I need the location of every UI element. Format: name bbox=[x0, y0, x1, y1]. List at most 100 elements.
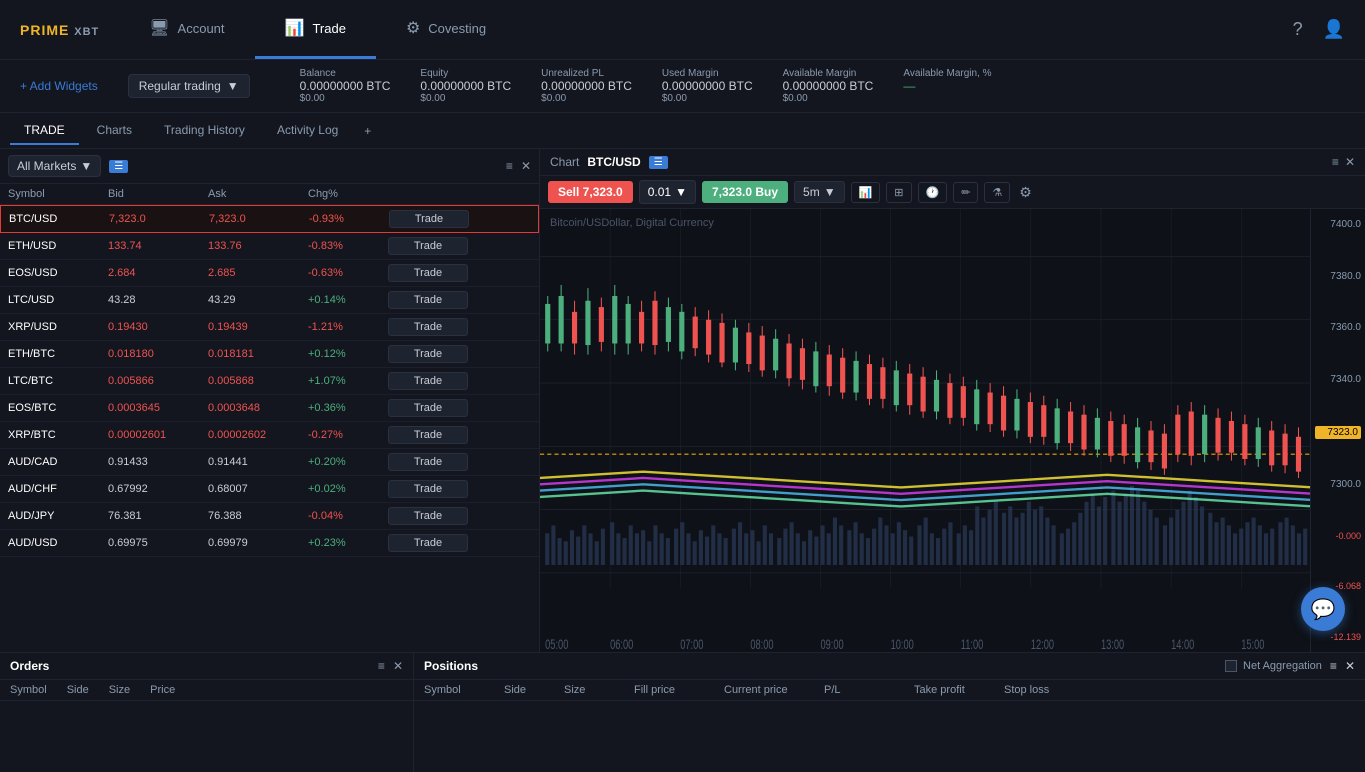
qty-dropdown[interactable]: 0.01 ▼ bbox=[639, 180, 696, 204]
nav-tab-account[interactable]: 🖥 Account bbox=[119, 0, 254, 59]
nav-tab-covesting[interactable]: ⚙ Covesting bbox=[376, 0, 516, 59]
chart-clock-button[interactable]: 🕐 bbox=[918, 182, 948, 203]
trade-button[interactable]: Trade bbox=[389, 210, 469, 228]
add-widgets-button[interactable]: + Add Widgets bbox=[20, 79, 98, 93]
timeframe-chevron: ▼ bbox=[824, 185, 836, 199]
orders-menu-icon[interactable]: ≡ bbox=[378, 659, 385, 673]
tab-trading-history[interactable]: Trading History bbox=[150, 117, 259, 145]
svg-text:14:00: 14:00 bbox=[1171, 636, 1194, 652]
trading-mode-dropdown[interactable]: Regular trading ▼ bbox=[128, 74, 250, 98]
nav-tab-trade[interactable]: 📊 Trade bbox=[255, 0, 376, 59]
tab-charts[interactable]: Charts bbox=[83, 117, 146, 145]
chart-label: Chart bbox=[550, 155, 579, 169]
tab-add-button[interactable]: + bbox=[356, 120, 379, 142]
table-row[interactable]: XRP/BTC 0.00002601 0.00002602 -0.27% Tra… bbox=[0, 422, 539, 449]
timeframe-dropdown[interactable]: 5m ▼ bbox=[794, 181, 845, 203]
chart-area[interactable]: Bitcoin/USDollar, Digital Currency bbox=[540, 209, 1365, 652]
table-row[interactable]: XRP/USD 0.19430 0.19439 -1.21% Trade bbox=[0, 314, 539, 341]
chart-draw-button[interactable]: ✏ bbox=[953, 182, 978, 203]
trade-button[interactable]: Trade bbox=[388, 534, 468, 552]
table-row[interactable]: AUD/JPY 76.381 76.388 -0.04% Trade bbox=[0, 503, 539, 530]
stat-upl-value: 0.00000000 BTC bbox=[541, 79, 632, 93]
user-button[interactable]: 👤 bbox=[1323, 19, 1345, 40]
price-scale: 7400.0 7380.0 7360.0 7340.0 7323.0 7300.… bbox=[1310, 209, 1365, 652]
bid-cell: 133.74 bbox=[108, 240, 208, 252]
stat-amp-label: Available Margin, % bbox=[903, 68, 991, 79]
stat-amp-value: — bbox=[903, 79, 991, 93]
nav-tabs: 🖥 Account 📊 Trade ⚙ Covesting bbox=[119, 0, 516, 59]
stat-equity: Equity 0.00000000 BTC $0.00 bbox=[420, 68, 511, 104]
orders-close-icon[interactable]: ✕ bbox=[393, 659, 403, 673]
indicator-val3: -12.139 bbox=[1315, 632, 1361, 642]
chart-settings-button[interactable]: ⚙ bbox=[1016, 181, 1035, 204]
trade-button[interactable]: Trade bbox=[388, 264, 468, 282]
stat-equity-label: Equity bbox=[420, 68, 511, 79]
markets-menu-icon[interactable]: ≡ bbox=[506, 159, 513, 173]
tab-trade[interactable]: TRADE bbox=[10, 117, 79, 145]
svg-text:09:00: 09:00 bbox=[821, 636, 844, 652]
bid-cell: 0.018180 bbox=[108, 348, 208, 360]
price-7400: 7400.0 bbox=[1315, 219, 1361, 230]
stat-um-value: 0.00000000 BTC bbox=[662, 79, 753, 93]
net-aggregation-control[interactable]: Net Aggregation bbox=[1225, 660, 1322, 672]
orders-col-price: Price bbox=[150, 684, 175, 696]
svg-text:08:00: 08:00 bbox=[750, 636, 773, 652]
trade-button[interactable]: Trade bbox=[388, 399, 468, 417]
table-row[interactable]: BTC/USD 7,323.0 7,323.0 -0.93% Trade bbox=[0, 205, 539, 233]
bid-cell: 43.28 bbox=[108, 294, 208, 306]
svg-text:11:00: 11:00 bbox=[961, 636, 984, 652]
chat-button[interactable]: 💬 bbox=[1301, 587, 1345, 631]
chg-cell: +1.07% bbox=[308, 375, 388, 387]
trade-button[interactable]: Trade bbox=[388, 453, 468, 471]
orders-header: Orders ≡ ✕ bbox=[0, 653, 413, 680]
markets-panel-header: All Markets ▼ ☰ ≡ ✕ bbox=[0, 149, 539, 184]
symbol-cell: EOS/USD bbox=[8, 267, 108, 279]
tabs-row: TRADE Charts Trading History Activity Lo… bbox=[0, 113, 1365, 149]
all-markets-dropdown[interactable]: All Markets ▼ bbox=[8, 155, 101, 177]
trade-button[interactable]: Trade bbox=[388, 426, 468, 444]
table-row[interactable]: ETH/BTC 0.018180 0.018181 +0.12% Trade bbox=[0, 341, 539, 368]
positions-menu-icon[interactable]: ≡ bbox=[1330, 659, 1337, 673]
sell-button[interactable]: Sell 7,323.0 bbox=[548, 181, 633, 203]
positions-close-icon[interactable]: ✕ bbox=[1345, 659, 1355, 673]
chart-indicators-button[interactable]: ⊞ bbox=[886, 182, 911, 203]
trade-button[interactable]: Trade bbox=[388, 372, 468, 390]
chg-cell: +0.20% bbox=[308, 456, 388, 468]
ask-cell: 43.29 bbox=[208, 294, 308, 306]
table-row[interactable]: ETH/USD 133.74 133.76 -0.83% Trade bbox=[0, 233, 539, 260]
trade-button[interactable]: Trade bbox=[388, 237, 468, 255]
chart-filter-icon[interactable]: ☰ bbox=[649, 156, 668, 169]
indicator-val1: -0.000 bbox=[1315, 531, 1361, 541]
chart-flask-button[interactable]: ⚗ bbox=[984, 182, 1010, 203]
bid-cell: 0.005866 bbox=[108, 375, 208, 387]
trade-button[interactable]: Trade bbox=[388, 480, 468, 498]
trade-button[interactable]: Trade bbox=[388, 507, 468, 525]
table-row[interactable]: EOS/USD 2.684 2.685 -0.63% Trade bbox=[0, 260, 539, 287]
orders-col-side: Side bbox=[67, 684, 89, 696]
net-aggregation-checkbox[interactable] bbox=[1225, 660, 1237, 672]
chart-menu-icon[interactable]: ≡ bbox=[1332, 155, 1339, 169]
markets-close-icon[interactable]: ✕ bbox=[521, 159, 531, 173]
table-row[interactable]: AUD/USD 0.69975 0.69979 +0.23% Trade bbox=[0, 530, 539, 557]
markets-filter-icon[interactable]: ☰ bbox=[109, 160, 128, 173]
tab-activity-log[interactable]: Activity Log bbox=[263, 117, 352, 145]
trade-button[interactable]: Trade bbox=[388, 345, 468, 363]
trade-button[interactable]: Trade bbox=[388, 291, 468, 309]
table-row[interactable]: LTC/USD 43.28 43.29 +0.14% Trade bbox=[0, 287, 539, 314]
ask-cell: 0.19439 bbox=[208, 321, 308, 333]
bid-cell: 0.67992 bbox=[108, 483, 208, 495]
trade-button[interactable]: Trade bbox=[388, 318, 468, 336]
table-row[interactable]: LTC/BTC 0.005866 0.005868 +1.07% Trade bbox=[0, 368, 539, 395]
help-button[interactable]: ? bbox=[1293, 19, 1303, 40]
all-markets-chevron: ▼ bbox=[80, 159, 92, 173]
symbol-cell: XRP/BTC bbox=[8, 429, 108, 441]
trading-mode-label: Regular trading bbox=[139, 79, 221, 93]
buy-button[interactable]: 7,323.0 Buy bbox=[702, 181, 788, 203]
chart-type-button[interactable]: 📊 bbox=[851, 182, 881, 203]
bid-cell: 76.381 bbox=[108, 510, 208, 522]
table-row[interactable]: AUD/CHF 0.67992 0.68007 +0.02% Trade bbox=[0, 476, 539, 503]
table-row[interactable]: AUD/CAD 0.91433 0.91441 +0.20% Trade bbox=[0, 449, 539, 476]
chart-close-icon[interactable]: ✕ bbox=[1345, 155, 1355, 169]
symbol-cell: AUD/USD bbox=[8, 537, 108, 549]
table-row[interactable]: EOS/BTC 0.0003645 0.0003648 +0.36% Trade bbox=[0, 395, 539, 422]
